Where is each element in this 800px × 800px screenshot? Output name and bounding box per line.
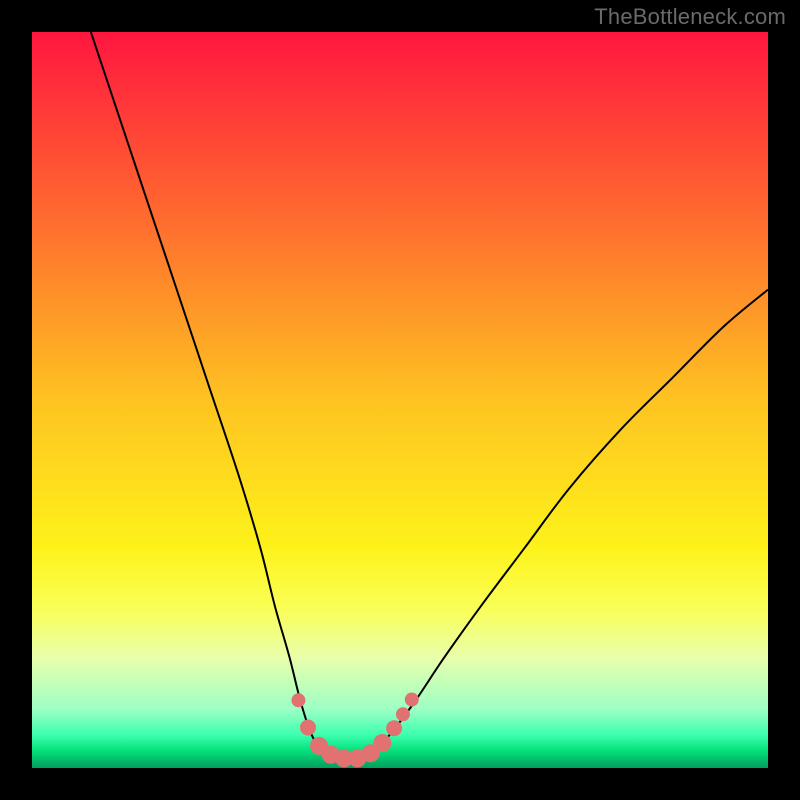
marker-dot: [300, 720, 316, 736]
marker-dot: [396, 707, 410, 721]
chart-frame: TheBottleneck.com: [0, 0, 800, 800]
marker-dot: [291, 693, 305, 707]
gradient-background: [32, 32, 768, 768]
bottleneck-chart: [32, 32, 768, 768]
marker-dot: [405, 693, 419, 707]
marker-dot: [373, 734, 391, 752]
marker-dot: [386, 720, 402, 736]
watermark-text: TheBottleneck.com: [594, 4, 786, 30]
plot-area: [32, 32, 768, 768]
